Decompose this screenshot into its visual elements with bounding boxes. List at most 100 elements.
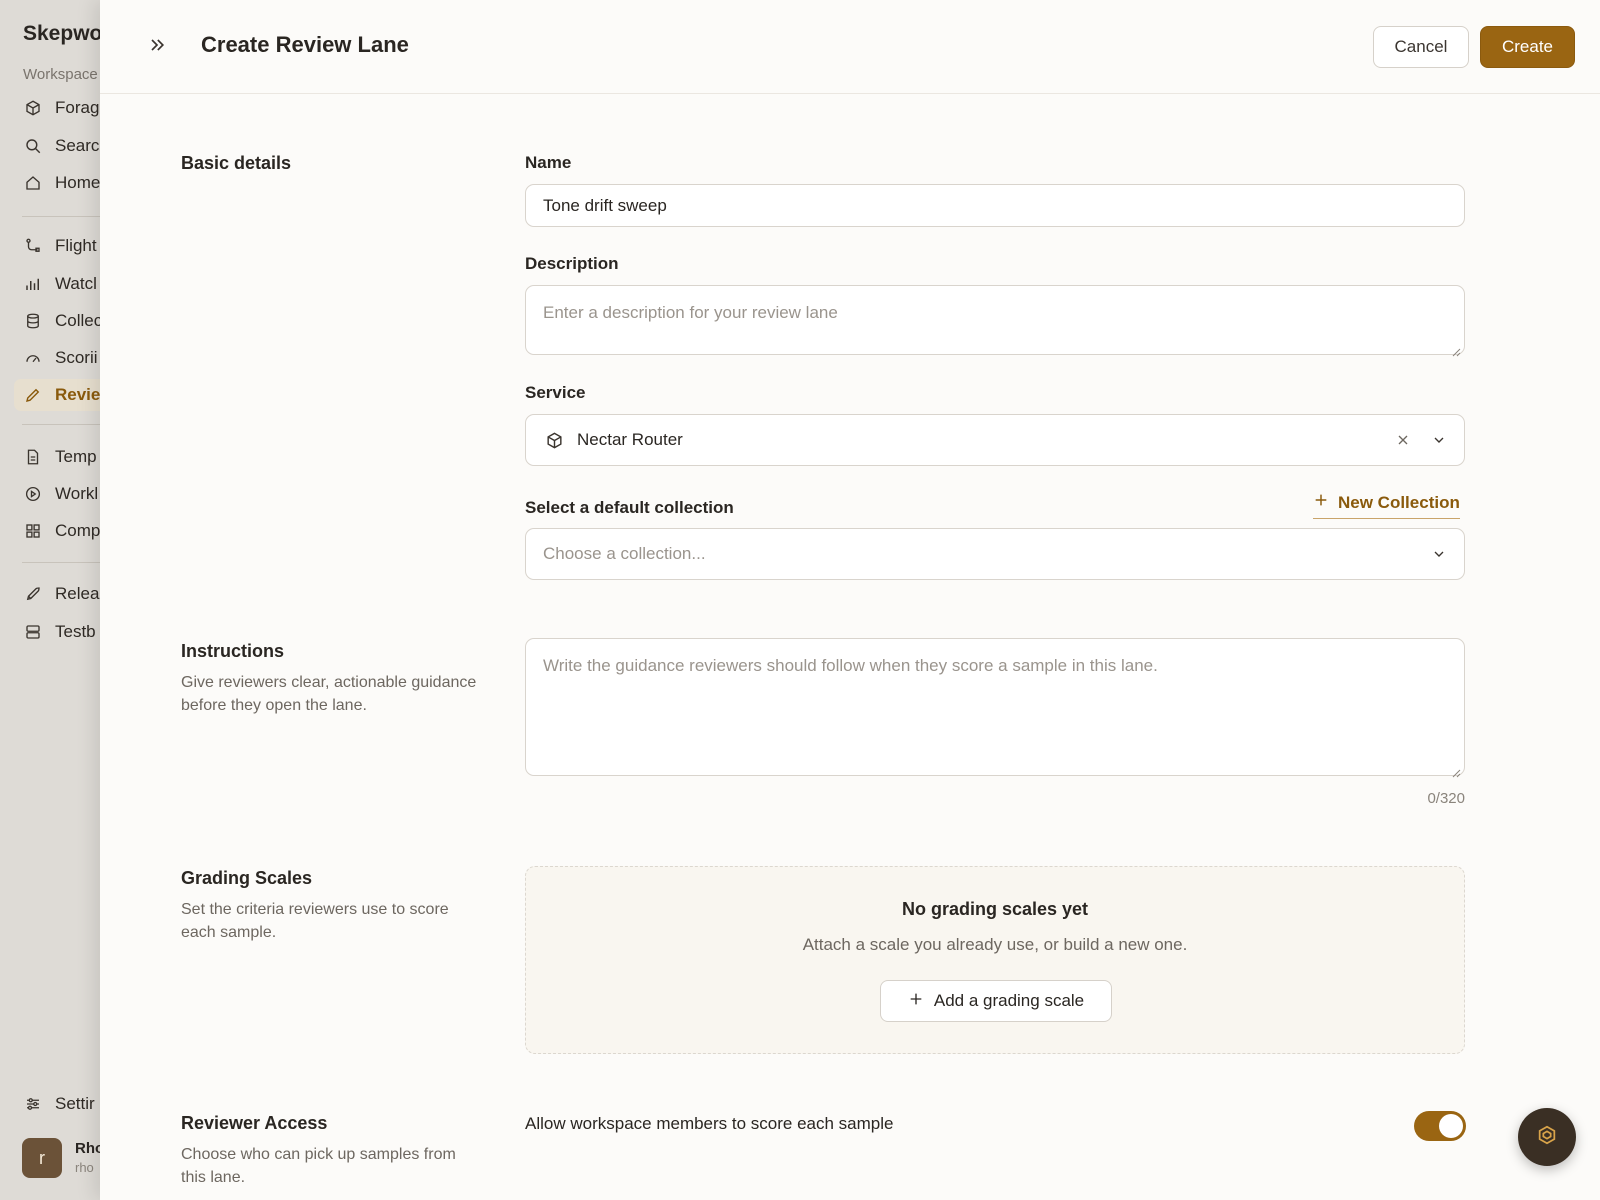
create-button[interactable]: Create [1480,26,1575,68]
sidebar-item-home[interactable]: Home [14,167,110,199]
sidebar-item-label: Relea [55,584,100,603]
collection-select[interactable]: Choose a collection... [525,528,1465,580]
sidebar-divider [22,562,110,563]
clear-icon[interactable] [1392,429,1414,451]
collection-label: Select a default collection [525,498,734,517]
sidebar-divider [22,424,110,425]
play-circle-icon [23,484,43,504]
sidebar-item-forage[interactable]: Forag [14,92,110,124]
user-email: rho [75,1160,94,1175]
sidebar-item-search[interactable]: Searc [14,130,110,162]
cancel-button[interactable]: Cancel [1373,26,1469,68]
collection-placeholder: Choose a collection... [543,544,706,563]
home-icon [23,173,43,193]
double-chevron-right-icon [147,35,167,60]
database-icon [23,311,43,331]
plus-icon [1313,492,1329,513]
service-select-actions [1392,415,1450,465]
server-icon [23,622,43,642]
resize-handle-icon[interactable] [1452,763,1461,778]
sidebar-item-label: Settir [55,1094,95,1113]
sidebar-item-releases[interactable]: Relea [14,578,110,610]
sidebar-item-review[interactable]: Revie [14,379,110,411]
sidebar-item-label: Comp [55,521,101,540]
instructions-title: Instructions [181,641,285,661]
description-label: Description [525,254,619,273]
grid-icon [23,521,43,541]
sidebar-divider [22,216,110,217]
grading-scales-title: Grading Scales [181,868,313,888]
sidebar-item-label: Scorii [55,348,98,367]
service-value: Nectar Router [577,430,683,449]
avatar[interactable]: r [22,1138,62,1178]
sidebar-item-scoring[interactable]: Scorii [14,342,110,374]
instructions-placeholder: Write the guidance reviewers should foll… [543,656,1158,675]
panel-header: Create Review Lane Cancel Create [100,0,1600,94]
name-label: Name [525,153,572,172]
basic-details-title: Basic details [181,153,292,173]
workspace-label: Workspace [23,66,98,83]
sidebar-item-templates[interactable]: Temp [14,441,110,473]
hexagon-icon [1536,1124,1558,1151]
instructions-description: Give reviewers clear, actionable guidanc… [181,674,477,714]
expand-sidebar-button[interactable] [144,34,170,60]
reviewer-access-description: Choose who can pick up samples from this… [181,1146,456,1186]
instructions-textarea[interactable]: Write the guidance reviewers should foll… [525,638,1465,778]
reviewer-access-toggle[interactable] [1414,1111,1466,1141]
create-review-lane-panel: Create Review Lane Cancel Create Basic d… [100,0,1600,1200]
sidebar-item-testbed[interactable]: Testb [14,616,110,648]
toggle-knob [1439,1114,1463,1138]
reviewer-access-toggle-label: Allow workspace members to score each sa… [525,1114,894,1133]
cube-icon [543,429,565,451]
sidebar-item-label: Temp [55,447,97,466]
sidebar-item-label: Workl [55,484,99,503]
service-label: Service [525,383,586,402]
rocket-icon [23,584,43,604]
sidebar-item-flight[interactable]: Flight [14,230,110,262]
empty-state-title: No grading scales yet [901,899,1089,919]
empty-state-description: Attach a scale you already use, or build… [802,935,1188,954]
name-input[interactable]: Tone drift sweep [525,184,1465,227]
name-value: Tone drift sweep [543,195,667,215]
gauge-icon [23,348,43,368]
add-grading-scale-button[interactable]: Add a grading scale [880,980,1112,1022]
chevron-down-icon[interactable] [1428,429,1450,451]
resize-handle-icon[interactable] [1452,342,1461,357]
sidebar-item-label: Revie [55,385,101,404]
page-title: Create Review Lane [201,32,409,57]
flow-icon [23,236,43,256]
add-grading-scale-label: Add a grading scale [933,991,1085,1010]
sidebar-item-watch[interactable]: Watcl [14,268,110,300]
sidebar-item-label: Collec [55,311,103,330]
sidebar-item-label: Searc [55,136,100,155]
sidebar-item-settings[interactable]: Settir [14,1088,110,1120]
grading-scales-empty-state: No grading scales yet Attach a scale you… [525,866,1465,1054]
new-collection-label: New Collection [1338,492,1460,512]
sidebar-item-collections[interactable]: Collec [14,305,110,337]
sidebar-item-label: Testb [55,622,96,641]
description-placeholder: Enter a description for your review lane [543,303,838,322]
cube-icon [23,98,43,118]
reviewer-access-title: Reviewer Access [181,1113,328,1133]
sliders-icon [23,1094,43,1114]
brand-name: Skepwo [23,22,103,45]
grading-scales-description: Set the criteria reviewers use to score … [181,901,449,941]
sidebar-item-components[interactable]: Comp [14,515,110,547]
search-icon [23,136,43,156]
plus-icon [908,991,924,1012]
sidebar-item-label: Home [55,173,101,192]
chevron-down-icon[interactable] [1428,543,1450,565]
sidebar-item-label: Watcl [55,274,97,293]
description-textarea[interactable]: Enter a description for your review lane [525,285,1465,357]
new-collection-button[interactable]: New Collection [1313,492,1460,519]
sidebar-item-label: Flight [55,236,97,255]
sidebar: Skepwo Workspace Forag Searc Home Flight… [0,0,110,1200]
pencil-icon [23,385,43,405]
assistant-fab-button[interactable] [1518,1108,1576,1166]
instructions-counter: 0/320 [1427,790,1465,807]
service-select[interactable]: Nectar Router [525,414,1465,466]
sidebar-item-label: Forag [55,98,100,117]
sidebar-item-workloads[interactable]: Workl [14,478,110,510]
bar-chart-icon [23,274,43,294]
collection-select-actions [1428,529,1450,579]
